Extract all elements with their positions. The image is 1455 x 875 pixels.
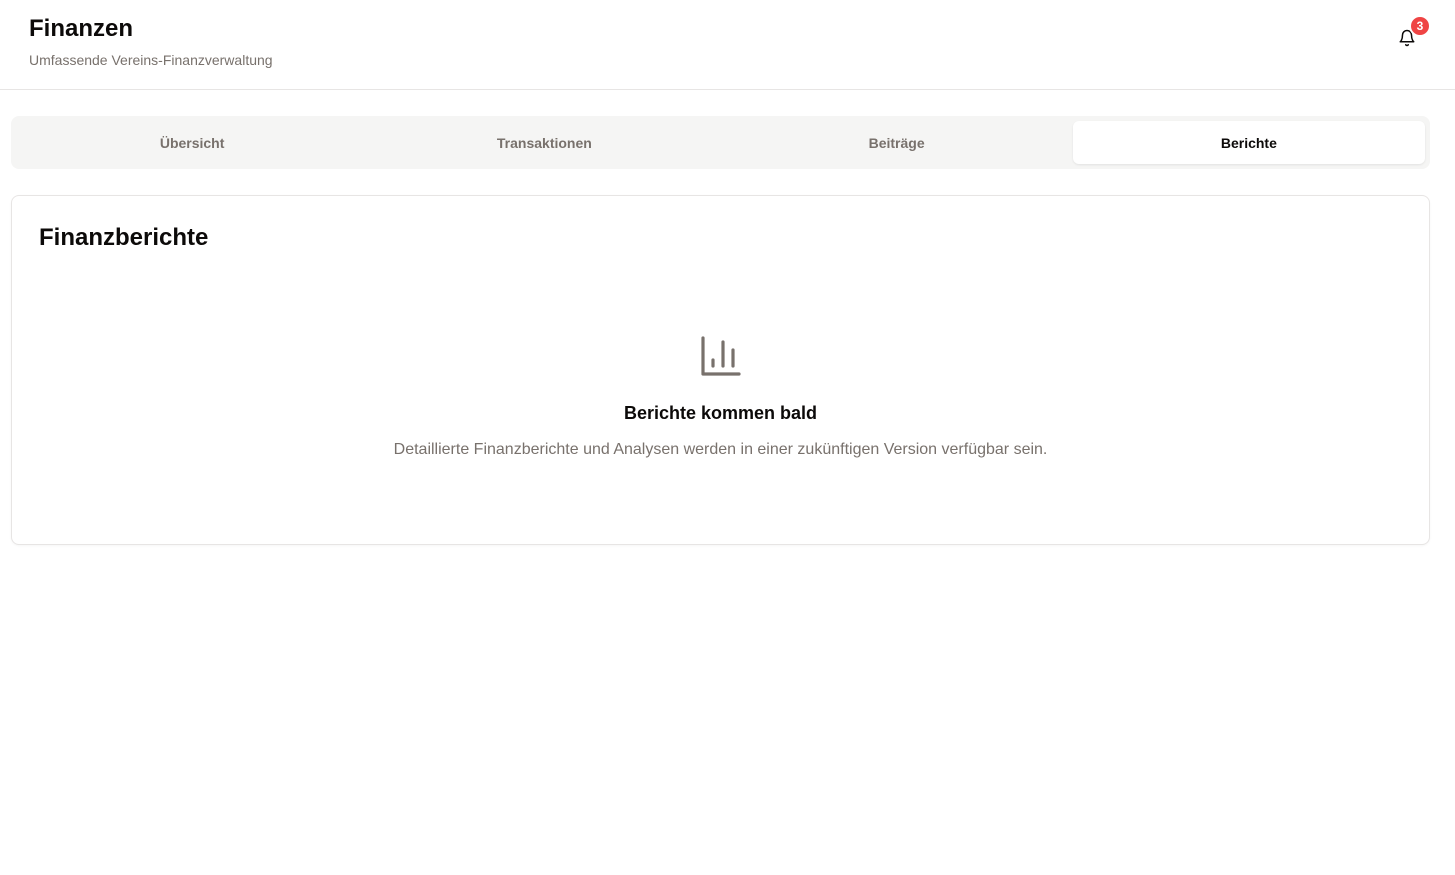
tab-berichte[interactable]: Berichte (1072, 121, 1425, 164)
page-subtitle: Umfassende Vereins-Finanzverwaltung (29, 52, 273, 68)
page-title: Finanzen (29, 15, 134, 42)
notification-count-badge: 3 (1409, 15, 1431, 37)
empty-state-heading: Berichte kommen bald (623, 403, 818, 423)
page-header: Finanzen Umfassende Vereins-Finanzverwal… (0, 0, 1455, 90)
tab-transaktionen[interactable]: Transaktionen (368, 121, 720, 164)
empty-state-text: Detaillierte Finanzberichte und Analysen… (393, 441, 1048, 458)
tab-uebersicht[interactable]: Übersicht (16, 121, 368, 164)
bar-chart-icon (697, 332, 745, 380)
reports-title: Finanzberichte (39, 224, 209, 251)
tab-beitraege[interactable]: Beiträge (721, 121, 1073, 164)
finance-tabs: Übersicht Transaktionen Beiträge Bericht… (11, 116, 1430, 169)
reports-card: Finanzberichte Berichte kommen bald Deta… (11, 195, 1430, 545)
notifications-button[interactable]: 3 (1395, 15, 1431, 52)
